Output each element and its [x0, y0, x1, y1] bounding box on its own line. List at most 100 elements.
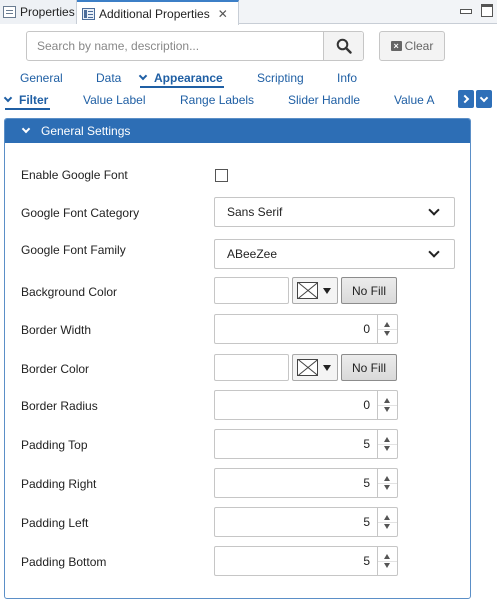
- search-icon: [336, 38, 352, 54]
- general-settings-panel: General Settings Enable Google Font Goog…: [4, 118, 471, 599]
- properties-icon: [3, 6, 16, 18]
- tab-properties-label: Properties: [20, 5, 75, 19]
- border-radius-label: Border Radius: [21, 399, 98, 413]
- tab-data-label: Data: [96, 71, 122, 85]
- search-button[interactable]: [323, 32, 363, 60]
- subtab-slider-handle-label: Slider Handle: [288, 93, 361, 107]
- tab-data[interactable]: Data: [96, 68, 121, 88]
- padding-left-stepper[interactable]: 5: [214, 507, 398, 537]
- padding-top-label: Padding Top: [21, 438, 88, 452]
- tab-info[interactable]: Info: [337, 68, 357, 88]
- tab-appearance-label: Appearance: [154, 71, 223, 85]
- stepper-arrows: [377, 430, 397, 458]
- no-fill-label: No Fill: [351, 283, 386, 298]
- google-font-category-label: Google Font Category: [21, 206, 140, 220]
- google-font-family-value: ABeeZee: [227, 247, 278, 261]
- padding-top-stepper[interactable]: 5: [214, 429, 398, 459]
- spinner-down-icon[interactable]: [384, 563, 390, 568]
- spinner-down-icon[interactable]: [384, 407, 390, 412]
- padding-right-label: Padding Right: [21, 477, 97, 491]
- tab-appearance[interactable]: Appearance: [138, 68, 224, 88]
- chevron-down-icon: [21, 124, 31, 134]
- google-font-category-select[interactable]: Sans Serif: [214, 197, 455, 227]
- spinner-up-icon[interactable]: [384, 515, 390, 520]
- tab-info-label: Info: [337, 71, 358, 85]
- spinner-up-icon[interactable]: [384, 476, 390, 481]
- border-radius-stepper[interactable]: 0: [214, 390, 398, 420]
- color-swatch-icon: [297, 282, 318, 299]
- padding-left-value: 5: [363, 515, 370, 529]
- stepper-arrows: [377, 391, 397, 419]
- tab-scripting[interactable]: Scripting: [257, 68, 304, 88]
- additional-properties-icon: [82, 7, 95, 20]
- subtab-value-a-label: Value A: [394, 93, 435, 107]
- subtab-range-labels[interactable]: Range Labels: [180, 90, 254, 110]
- minimize-icon[interactable]: [459, 4, 472, 17]
- spinner-up-icon[interactable]: [384, 398, 390, 403]
- spinner-down-icon[interactable]: [384, 524, 390, 529]
- subtab-slider-handle[interactable]: Slider Handle: [288, 90, 360, 110]
- category-tabs: General Data Appearance Scripting Info: [0, 68, 497, 88]
- search-input[interactable]: [27, 32, 323, 60]
- no-fill-label: No Fill: [351, 360, 386, 375]
- enable-google-font-label: Enable Google Font: [21, 168, 128, 182]
- tab-additional-properties[interactable]: Additional Properties ✕: [77, 0, 239, 25]
- tab-general[interactable]: General: [20, 68, 63, 88]
- background-color-picker[interactable]: [292, 277, 338, 304]
- subtab-underline: [5, 108, 50, 110]
- spinner-up-icon[interactable]: [384, 322, 390, 327]
- subtab-filter-label: Filter: [19, 93, 49, 107]
- subtab-range-labels-label: Range Labels: [180, 93, 255, 107]
- stepper-arrows: [377, 547, 397, 575]
- maximize-icon[interactable]: [481, 4, 493, 17]
- tabs-menu-button[interactable]: [476, 90, 492, 108]
- chevron-down-icon: [428, 246, 440, 258]
- spinner-down-icon[interactable]: [384, 331, 390, 336]
- chevron-down-icon: [138, 71, 148, 81]
- search-box: [26, 31, 364, 61]
- padding-bottom-stepper[interactable]: 5: [214, 546, 398, 576]
- border-width-label: Border Width: [21, 323, 92, 337]
- scroll-tabs-right-button[interactable]: [458, 90, 474, 108]
- google-font-family-label: Google Font Family: [21, 243, 126, 257]
- padding-bottom-label: Padding Bottom: [21, 555, 107, 569]
- tab-properties[interactable]: Properties: [0, 0, 77, 24]
- border-width-stepper[interactable]: 0: [214, 314, 398, 344]
- tab-underline: [140, 86, 224, 88]
- tab-general-label: General: [20, 71, 63, 85]
- stepper-arrows: [377, 469, 397, 497]
- sub-tabs: Filter Value Label Range Labels Slider H…: [0, 90, 497, 110]
- tab-additional-properties-label: Additional Properties: [99, 6, 210, 21]
- background-color-input[interactable]: [214, 277, 289, 304]
- background-no-fill-button[interactable]: No Fill: [341, 277, 397, 304]
- background-color-label: Background Color: [21, 285, 118, 299]
- google-font-category-value: Sans Serif: [227, 205, 283, 219]
- general-settings-header[interactable]: General Settings: [5, 119, 470, 143]
- subtab-filter[interactable]: Filter: [3, 90, 50, 110]
- spinner-up-icon[interactable]: [384, 554, 390, 559]
- padding-right-value: 5: [363, 476, 370, 490]
- spinner-up-icon[interactable]: [384, 437, 390, 442]
- padding-left-label: Padding Left: [21, 516, 89, 530]
- subtab-value-label[interactable]: Value Label: [83, 90, 146, 110]
- padding-right-stepper[interactable]: 5: [214, 468, 398, 498]
- stepper-arrows: [377, 315, 397, 343]
- view-window-controls: [459, 4, 493, 17]
- clear-button-label: Clear: [404, 39, 434, 53]
- spinner-down-icon[interactable]: [384, 485, 390, 490]
- border-color-picker[interactable]: [292, 354, 338, 381]
- stepper-arrows: [377, 508, 397, 536]
- color-swatch-icon: [297, 359, 318, 376]
- border-color-input[interactable]: [214, 354, 289, 381]
- border-color-label: Border Color: [21, 362, 90, 376]
- view-tab-bar: Properties Additional Properties ✕: [0, 0, 497, 25]
- dropdown-arrow-icon: [323, 364, 331, 371]
- subtab-value-a[interactable]: Value A: [394, 90, 434, 110]
- enable-google-font-checkbox[interactable]: [215, 169, 228, 182]
- clear-button[interactable]: × Clear: [379, 31, 445, 61]
- spinner-down-icon[interactable]: [384, 446, 390, 451]
- close-icon[interactable]: ✕: [218, 7, 228, 21]
- padding-top-value: 5: [363, 437, 370, 451]
- border-no-fill-button[interactable]: No Fill: [341, 354, 397, 381]
- google-font-family-select[interactable]: ABeeZee: [214, 239, 455, 269]
